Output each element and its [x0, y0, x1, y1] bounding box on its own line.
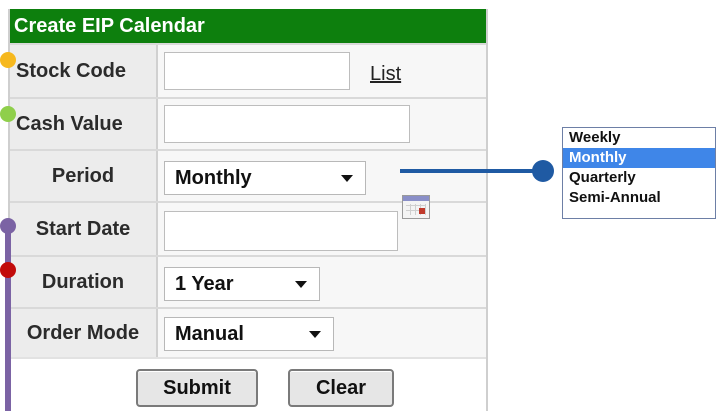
calendar-icon-header — [403, 196, 429, 201]
duration-label: Duration — [10, 257, 158, 307]
duration-select[interactable]: 1 Year — [164, 267, 320, 301]
cash-value-input[interactable] — [164, 105, 410, 143]
period-dropdown-list: Weekly Monthly Quarterly Semi-Annual — [562, 127, 716, 219]
period-select[interactable]: Monthly — [164, 161, 366, 195]
order-mode-cell: Manual — [158, 309, 486, 357]
period-option-monthly[interactable]: Monthly — [563, 148, 715, 168]
stock-code-marker-dot — [0, 52, 16, 68]
submit-button[interactable]: Submit — [136, 369, 258, 407]
duration-selected-value: 1 Year — [175, 272, 234, 295]
stock-code-row: Stock Code List — [10, 43, 486, 97]
chevron-down-icon — [295, 281, 307, 288]
chevron-down-icon — [341, 175, 353, 182]
period-option-weekly[interactable]: Weekly — [563, 128, 715, 148]
start-date-cell — [158, 203, 486, 255]
cash-value-marker-dot — [0, 106, 16, 122]
calendar-icon-marker — [419, 208, 425, 214]
start-date-label: Start Date — [10, 203, 158, 255]
start-date-marker-line — [5, 227, 11, 411]
period-selected-value: Monthly — [175, 166, 252, 189]
stock-code-cell — [158, 45, 486, 97]
period-row: Period Monthly — [10, 149, 486, 201]
duration-cell: 1 Year — [158, 257, 486, 307]
calendar-icon[interactable] — [402, 195, 430, 219]
period-connector-dot — [532, 160, 554, 182]
stock-code-input[interactable] — [164, 52, 350, 90]
chevron-down-icon — [309, 331, 321, 338]
period-option-quarterly[interactable]: Quarterly — [563, 168, 715, 188]
stock-code-label: Stock Code — [10, 45, 158, 97]
order-mode-select[interactable]: Manual — [164, 317, 334, 351]
duration-row: Duration 1 Year — [10, 255, 486, 307]
period-label: Period — [10, 151, 158, 201]
duration-marker-dot — [0, 262, 16, 278]
cash-value-cell — [158, 99, 486, 149]
form-title: Create EIP Calendar — [10, 9, 486, 43]
clear-button[interactable]: Clear — [288, 369, 394, 407]
order-mode-label: Order Mode — [10, 309, 158, 357]
buttons-row: Submit Clear — [10, 357, 486, 411]
period-connector-line — [400, 169, 536, 173]
cash-value-row: Cash Value — [10, 97, 486, 149]
start-date-input[interactable] — [164, 211, 398, 251]
cash-value-label: Cash Value — [10, 99, 158, 149]
period-option-semi-annual[interactable]: Semi-Annual — [563, 188, 715, 208]
order-mode-selected-value: Manual — [175, 322, 244, 345]
period-cell: Monthly — [158, 151, 486, 201]
order-mode-row: Order Mode Manual — [10, 307, 486, 357]
stock-code-list-link[interactable]: List — [370, 63, 401, 86]
